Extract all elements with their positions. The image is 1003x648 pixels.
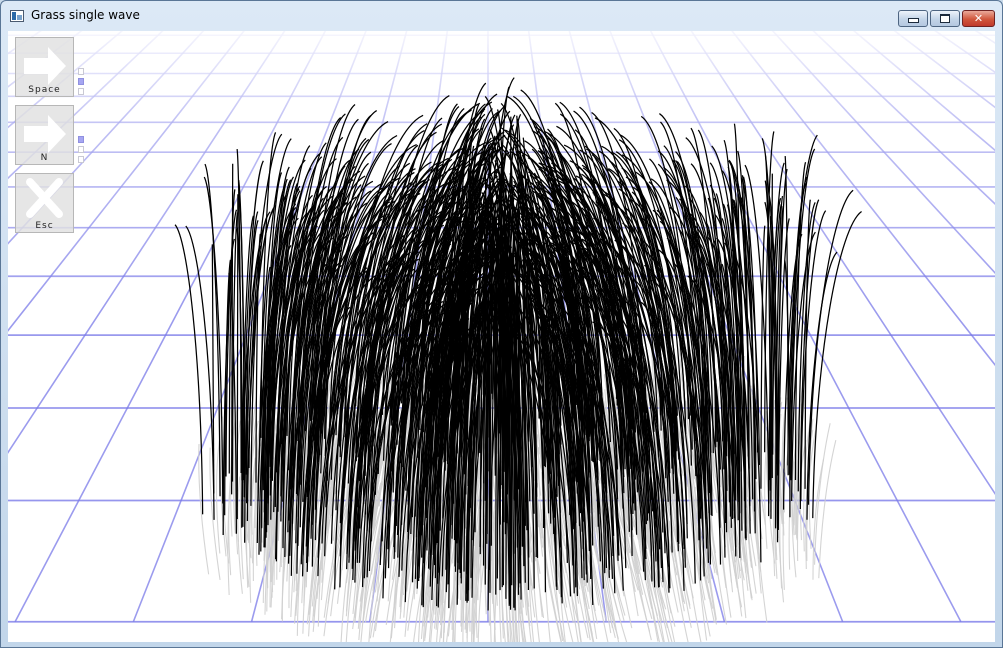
esc-key-button[interactable]: Esc (15, 173, 74, 233)
space-mode-indicator-1 (78, 68, 84, 75)
grass-shadow-blade (198, 443, 210, 575)
space-key-label: Space (28, 85, 61, 95)
arrow-right-icon (24, 47, 66, 85)
app-window: Grass single wave ✕ Space N Esc (0, 0, 1003, 648)
maximize-button[interactable] (930, 10, 960, 27)
app-window-icon[interactable] (10, 10, 24, 22)
n-key-button[interactable]: N (15, 105, 74, 165)
title-bar[interactable]: Grass single wave ✕ (1, 1, 1002, 31)
window-title: Grass single wave (31, 8, 140, 22)
n-key-label: N (40, 153, 49, 163)
n-mode-indicator-2 (78, 146, 84, 153)
grass-shadow-blade (818, 440, 837, 579)
grass-shadow-blade (209, 447, 221, 580)
x-close-icon (26, 178, 63, 218)
maximize-icon (940, 14, 950, 23)
render-viewport[interactable]: Space N Esc (8, 31, 995, 642)
close-button[interactable]: ✕ (962, 10, 995, 27)
n-mode-indicator-1 (78, 136, 84, 143)
grass-scene (8, 31, 995, 642)
space-mode-indicator-2 (78, 78, 84, 85)
minimize-button[interactable] (898, 10, 928, 27)
space-mode-indicator-3 (78, 88, 84, 95)
space-key-button[interactable]: Space (15, 37, 74, 97)
grass-shadow-blade (814, 423, 831, 565)
n-mode-indicator-3 (78, 156, 84, 163)
minimize-icon (907, 18, 919, 23)
arrow-right-icon (24, 115, 66, 153)
esc-key-label: Esc (35, 221, 54, 231)
close-icon: ✕ (973, 12, 984, 25)
